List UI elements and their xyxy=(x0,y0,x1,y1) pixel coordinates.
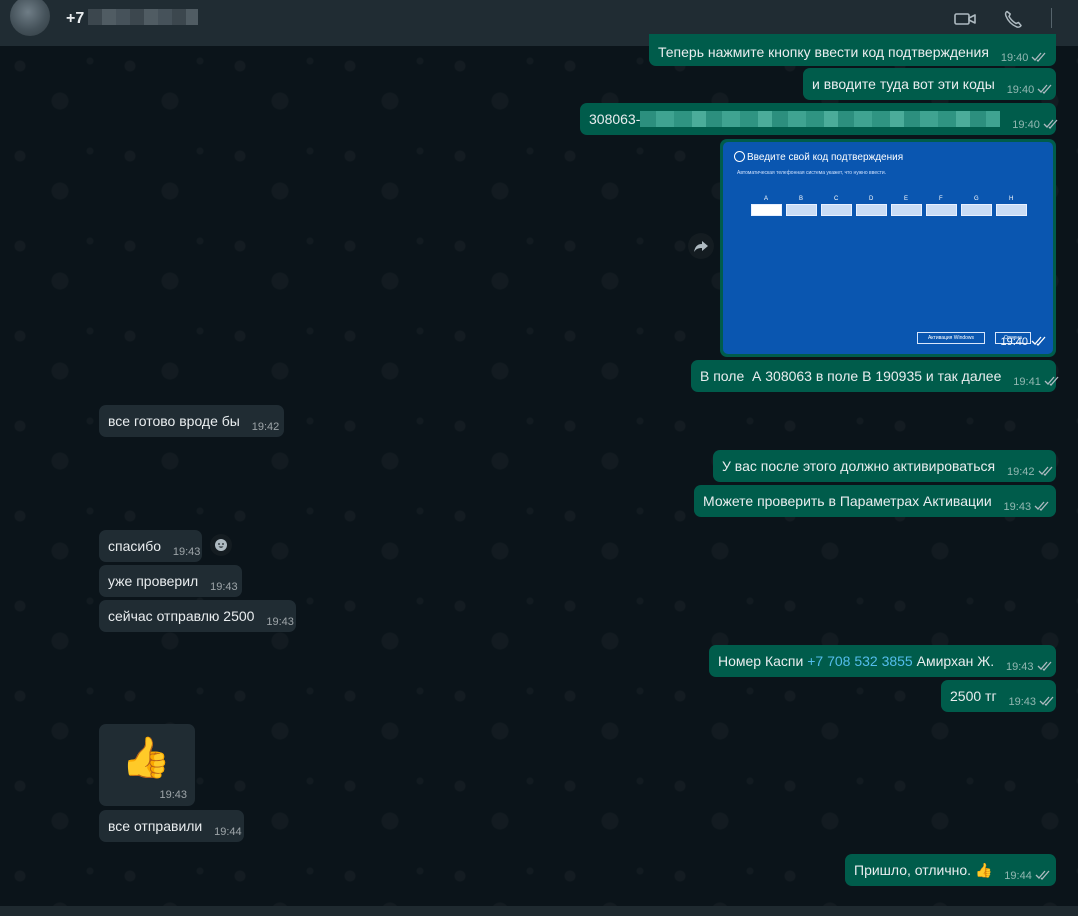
message-incoming[interactable]: все готово вроде бы 19:42 xyxy=(99,405,284,437)
code-field: D xyxy=(856,196,887,216)
phone-link[interactable]: +7 708 532 3855 xyxy=(807,653,913,669)
message-text: все готово вроде бы xyxy=(108,413,240,429)
code-field: E xyxy=(891,196,922,216)
message-text: и вводите туда вот эти коды xyxy=(812,76,995,92)
message-text: спасибо xyxy=(108,538,161,554)
forward-icon xyxy=(694,241,708,252)
message-time: 19:43 xyxy=(159,789,187,801)
back-arrow-icon xyxy=(734,151,745,162)
code-field: B xyxy=(786,196,817,216)
message-text: Пришло, отлично. 👍 xyxy=(854,862,993,878)
message-time: 19:40 xyxy=(1000,336,1047,348)
message-outgoing[interactable]: Теперь нажмите кнопку ввести код подтвер… xyxy=(649,34,1056,66)
code-field: G xyxy=(961,196,992,216)
contact-avatar[interactable] xyxy=(10,0,50,36)
message-time: 19:43 xyxy=(172,546,201,558)
read-ticks-icon xyxy=(1034,501,1049,511)
message-text: У вас после этого должно активироваться xyxy=(722,458,996,474)
message-outgoing-image[interactable]: Введите свой код подтверждения Автоматич… xyxy=(720,139,1056,357)
read-ticks-icon xyxy=(1035,870,1050,880)
redacted-codes xyxy=(640,111,1001,127)
read-ticks-icon xyxy=(1044,376,1059,386)
code-field: H xyxy=(996,196,1027,216)
message-time: 19:42 xyxy=(251,421,280,433)
code-field: F xyxy=(926,196,957,216)
message-time: 19:42 xyxy=(1007,463,1054,481)
read-ticks-icon xyxy=(1039,696,1054,706)
message-outgoing[interactable]: В поле А 308063 в поле В 190935 и так да… xyxy=(691,360,1059,392)
message-incoming-sticker[interactable]: 👍 19:43 xyxy=(99,724,195,806)
image-subtitle: Автоматическая телефонная система укажет… xyxy=(737,170,887,176)
message-time: 19:43 xyxy=(210,581,238,593)
message-time: 19:41 xyxy=(1013,373,1060,391)
message-incoming[interactable]: все отправили 19:44 xyxy=(99,810,244,842)
code-field: C xyxy=(821,196,852,216)
read-ticks-icon xyxy=(1038,466,1052,476)
composer-edge xyxy=(0,906,1078,916)
message-time: 19:43 xyxy=(1004,498,1051,516)
screenshot-image[interactable]: Введите свой код подтверждения Автоматич… xyxy=(723,142,1053,354)
message-outgoing[interactable]: и вводите туда вот эти коды 19:40 xyxy=(803,68,1056,100)
message-time: 19:40 xyxy=(1012,116,1059,134)
message-time: 19:40 xyxy=(1007,81,1054,99)
read-ticks-icon xyxy=(1031,336,1046,346)
message-text: все отправили xyxy=(108,818,203,834)
message-incoming[interactable]: уже проверил 19:43 xyxy=(99,565,242,597)
message-outgoing[interactable]: Можете проверить в Параметрах Активации … xyxy=(694,485,1056,517)
message-incoming[interactable]: спасибо 19:43 xyxy=(99,530,202,562)
message-time: 19:43 xyxy=(266,616,294,628)
message-text: Можете проверить в Параметрах Активации xyxy=(703,493,992,509)
message-text: уже проверил xyxy=(108,573,199,589)
message-text: 308063- xyxy=(589,111,641,127)
read-ticks-icon xyxy=(1043,119,1058,129)
message-time: 19:43 xyxy=(1008,693,1055,711)
react-button[interactable] xyxy=(210,534,232,556)
message-incoming[interactable]: сейчас отправлю 2500 19:43 xyxy=(99,600,296,632)
read-ticks-icon xyxy=(1037,661,1052,671)
smiley-icon xyxy=(215,539,227,551)
thumbs-up-sticker: 👍 xyxy=(121,736,171,780)
image-activate-button: Активация Windows xyxy=(917,332,985,344)
code-fields: A B C D E F G H xyxy=(751,196,1027,216)
message-outgoing[interactable]: Номер Каспи +7 708 532 3855 Амирхан Ж. 1… xyxy=(709,645,1056,677)
header-divider xyxy=(1051,8,1052,28)
message-text: сейчас отправлю 2500 xyxy=(108,608,255,624)
read-ticks-icon xyxy=(1031,52,1046,62)
message-time: 19:40 xyxy=(1001,49,1048,67)
message-outgoing[interactable]: 308063- 19:40 xyxy=(580,103,1059,135)
voice-call-icon[interactable] xyxy=(1003,10,1025,28)
redacted-phone-number xyxy=(88,9,198,25)
forward-button[interactable] xyxy=(688,233,714,259)
video-call-icon[interactable] xyxy=(954,10,976,28)
message-text: В поле А 308063 в поле В 190935 и так да… xyxy=(700,368,1002,384)
message-text: 2500 тг xyxy=(950,688,997,704)
message-time: 19:44 xyxy=(1004,867,1051,885)
message-time: 19:44 xyxy=(214,826,242,838)
message-outgoing[interactable]: У вас после этого должно активироваться … xyxy=(713,450,1056,482)
message-outgoing[interactable]: Пришло, отлично. 👍 19:44 xyxy=(845,854,1056,886)
image-title: Введите свой код подтверждения xyxy=(747,152,904,163)
message-text: Номер Каспи +7 708 532 3855 Амирхан Ж. xyxy=(718,653,995,669)
code-field: A xyxy=(751,196,782,216)
message-time: 19:43 xyxy=(1006,658,1053,676)
message-text: Теперь нажмите кнопку ввести код подтвер… xyxy=(658,44,989,60)
read-ticks-icon xyxy=(1037,84,1052,94)
message-outgoing[interactable]: 2500 тг 19:43 xyxy=(941,680,1056,712)
